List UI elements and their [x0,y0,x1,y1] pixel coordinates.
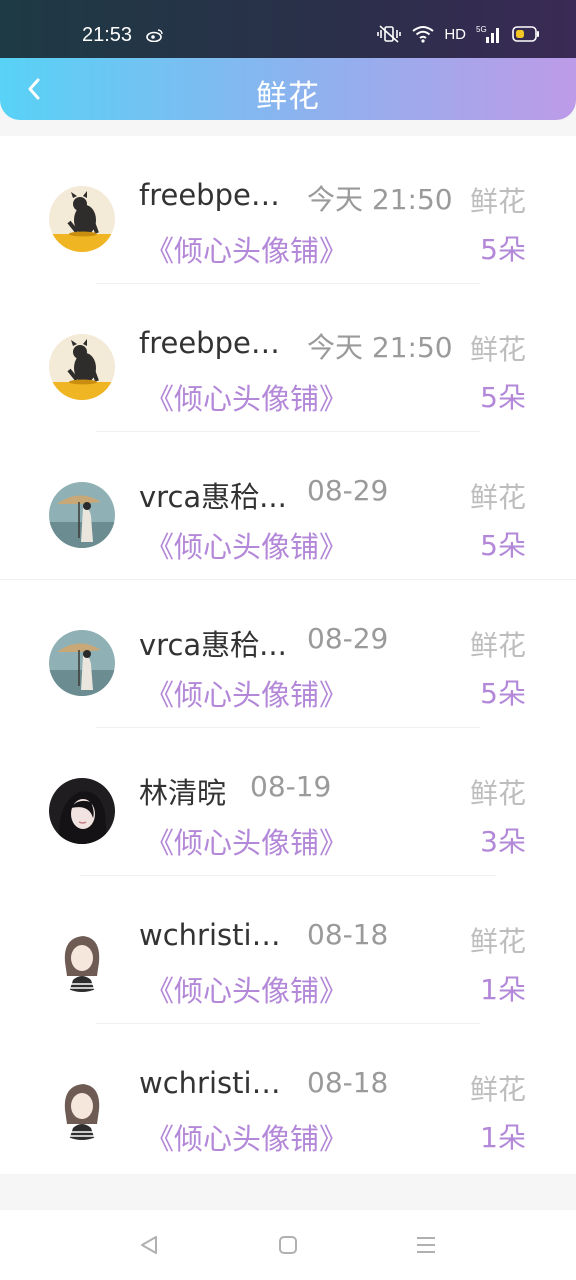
user-name: wchristia... [139,918,291,952]
gift-type: 鲜花 [469,629,526,662]
gift-type: 鲜花 [469,333,526,366]
user-name: freebpeo... [139,326,291,360]
system-nav-bar [0,1210,576,1280]
record-time: 今天 21:50 [307,331,453,364]
app-header: 鲜花 [0,58,576,120]
status-bar: 21:53 HD 5G [0,0,576,60]
book-title[interactable]: 《倾心头像铺》 [145,1116,348,1158]
sketch-avatar-icon [49,926,115,992]
avatar[interactable] [49,482,115,548]
flower-count: 5朵 [480,529,526,562]
signal-5g-label: 5G [476,25,487,34]
gift-type: 鲜花 [469,185,526,218]
flower-record-list: freebpeo... 今天 21:50 鲜花 《倾心头像铺》 5朵 freeb… [0,136,576,1174]
page-title: 鲜花 [256,79,320,115]
list-item[interactable]: 林清晥 08-19 鲜花 《倾心头像铺》 3朵 [0,728,576,876]
gift-type: 鲜花 [469,1073,526,1106]
avatar[interactable] [49,778,115,844]
flower-count: 5朵 [480,381,526,414]
record-time: 今天 21:50 [307,183,453,216]
list-item[interactable]: wchristia... 08-18 鲜花 《倾心头像铺》 1朵 [0,876,576,1024]
list-item[interactable]: vrca惠秴... 08-29 鲜花 《倾心头像铺》 5朵 [0,432,576,580]
wifi-icon [412,26,434,43]
user-name: wchristia... [139,1066,291,1100]
list-item[interactable]: wchristia... 08-18 鲜花 《倾心头像铺》 1朵 [0,1024,576,1172]
flower-count: 1朵 [480,1121,526,1154]
record-time: 08-18 [307,918,389,951]
status-icons: HD 5G [376,24,540,44]
network-label: HD [444,25,466,43]
status-time: 21:53 [82,24,133,46]
user-name: vrca惠秴... [139,628,287,662]
user-name: 林清晥 [139,776,227,810]
record-time: 08-29 [307,622,389,655]
record-time: 08-18 [307,1066,389,1099]
flower-count: 1朵 [480,973,526,1006]
list-item[interactable]: freebpeo... 今天 21:50 鲜花 《倾心头像铺》 5朵 [0,284,576,432]
book-title[interactable]: 《倾心头像铺》 [145,524,348,566]
user-name: vrca惠秴... [139,480,287,514]
menu-icon [417,1237,435,1253]
nav-back-button[interactable] [134,1230,164,1260]
list-item[interactable]: freebpeo... 今天 21:50 鲜花 《倾心头像铺》 5朵 [0,136,576,284]
list-item[interactable]: vrca惠秴... 08-29 鲜花 《倾心头像铺》 5朵 [0,580,576,728]
triangle-back-icon [141,1236,157,1254]
square-home-icon [279,1236,297,1254]
record-time: 08-29 [307,474,389,507]
gift-type: 鲜花 [469,925,526,958]
cat-avatar-icon [49,186,115,252]
flower-count: 5朵 [480,233,526,266]
list-footer-gap [0,1174,576,1210]
avatar[interactable] [49,186,115,252]
cat-avatar-icon [49,334,115,400]
girl-avatar-icon [49,778,115,844]
book-title[interactable]: 《倾心头像铺》 [145,228,348,270]
sketch-avatar-icon [49,1074,115,1140]
avatar[interactable] [49,334,115,400]
umbrella-avatar-icon [49,482,115,548]
nav-home-button[interactable] [273,1230,303,1260]
flower-count: 3朵 [480,825,526,858]
avatar[interactable] [49,630,115,696]
avatar[interactable] [49,926,115,992]
gift-type: 鲜花 [469,777,526,810]
signal-5g-icon: 5G [476,25,499,43]
umbrella-avatar-icon [49,630,115,696]
book-title[interactable]: 《倾心头像铺》 [145,820,348,862]
avatar[interactable] [49,1074,115,1140]
record-time: 08-19 [250,770,332,803]
user-name: freebpeo... [139,178,291,212]
flower-count: 5朵 [480,677,526,710]
vibrate-mute-icon [377,25,402,43]
nav-menu-button[interactable] [411,1230,441,1260]
book-title[interactable]: 《倾心头像铺》 [145,672,348,714]
gift-type: 鲜花 [469,481,526,514]
battery-icon [512,26,539,42]
book-title[interactable]: 《倾心头像铺》 [145,968,348,1010]
book-title[interactable]: 《倾心头像铺》 [145,376,348,418]
weibo-icon [146,29,163,42]
